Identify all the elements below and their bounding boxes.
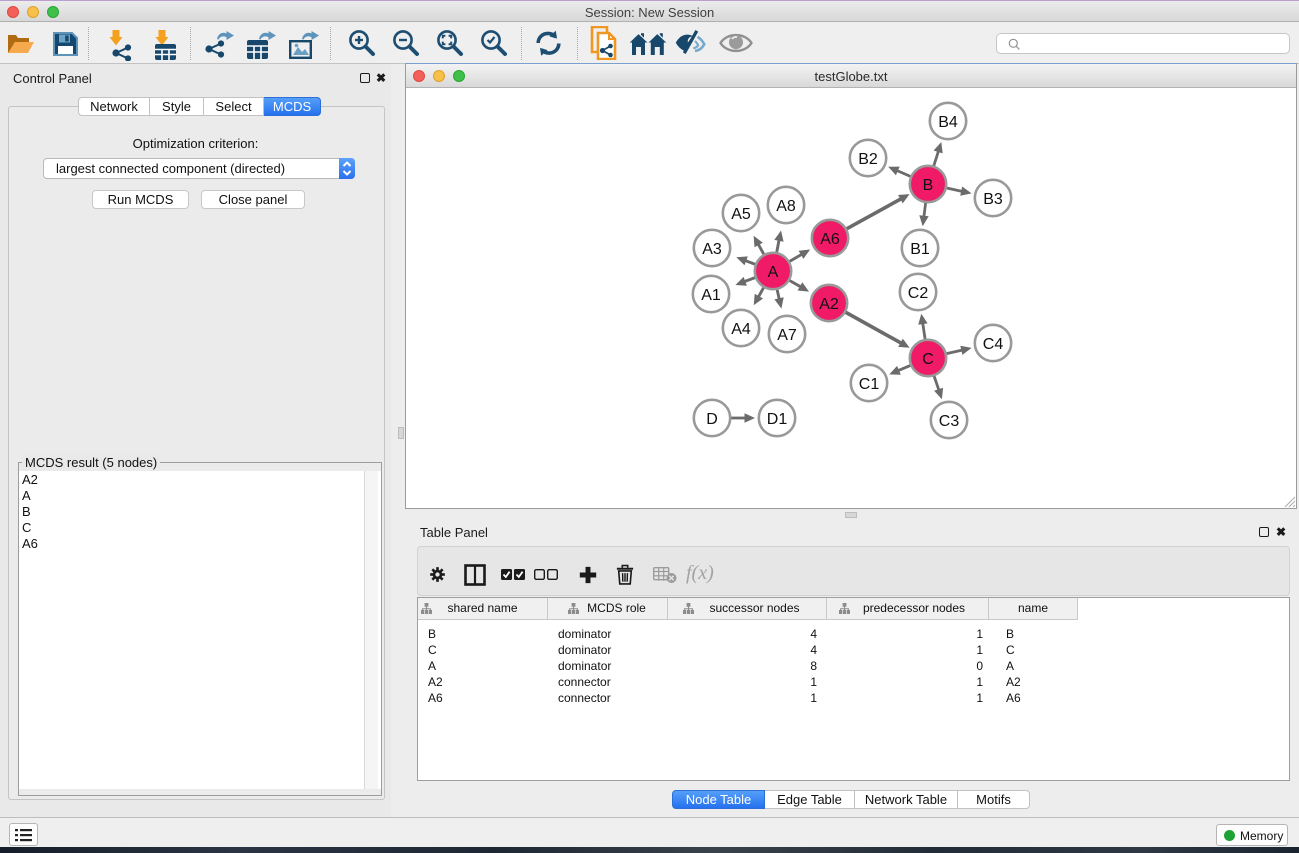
svg-text:A: A <box>768 264 779 281</box>
svg-text:B1: B1 <box>910 241 930 258</box>
svg-text:A2: A2 <box>819 296 839 313</box>
svg-text:A5: A5 <box>731 206 751 223</box>
svg-text:D: D <box>706 411 718 428</box>
svg-text:C2: C2 <box>908 285 929 302</box>
svg-text:A1: A1 <box>701 287 721 304</box>
svg-text:C4: C4 <box>983 336 1004 353</box>
svg-text:D1: D1 <box>767 411 788 428</box>
svg-text:A6: A6 <box>820 231 840 248</box>
svg-text:B3: B3 <box>983 191 1003 208</box>
svg-text:A8: A8 <box>776 198 796 215</box>
svg-text:C: C <box>922 351 934 368</box>
svg-text:A7: A7 <box>777 327 797 344</box>
svg-text:C3: C3 <box>939 413 960 430</box>
svg-text:B2: B2 <box>858 151 878 168</box>
svg-text:B: B <box>923 177 934 194</box>
svg-text:B4: B4 <box>938 114 958 131</box>
svg-text:C1: C1 <box>859 376 880 393</box>
svg-text:A4: A4 <box>731 321 751 338</box>
svg-text:A3: A3 <box>702 241 722 258</box>
